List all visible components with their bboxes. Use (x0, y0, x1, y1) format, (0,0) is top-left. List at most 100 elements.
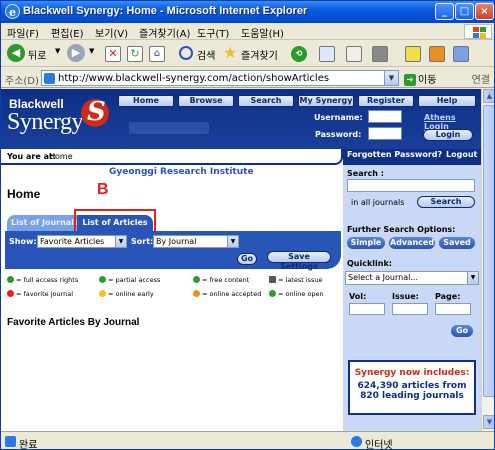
sort-select[interactable]: By Journal ▼ (153, 235, 239, 248)
journal-select-dropdown-icon: ▼ (467, 272, 478, 284)
forward-arrow-icon[interactable]: ▶ (67, 44, 85, 62)
online-accepted-icon (193, 290, 200, 297)
quicklink-go-button[interactable]: Go (451, 325, 473, 337)
address-label: 주소(D) (5, 76, 39, 87)
title-bar: e Blackwell Synergy: Home - Microsoft In… (1, 1, 494, 23)
forward-dropdown-icon[interactable]: ▼ (89, 47, 94, 67)
address-dropdown-icon[interactable]: ▼ (384, 71, 398, 85)
address-url[interactable]: http://www.blackwell-synergy.com/action/… (58, 73, 329, 84)
password-label: Password: (315, 130, 362, 139)
page-title: Home (7, 187, 41, 201)
favorites-label[interactable]: 즐겨찾기 (241, 47, 278, 67)
nav-my-synergy[interactable]: My Synergy (298, 95, 354, 107)
nav-help[interactable]: Help (418, 95, 476, 107)
favorites-heading: Favorite Articles By Journal (7, 317, 140, 328)
show-select-value: Favorite Articles (40, 237, 105, 246)
close-button[interactable]: × (475, 3, 494, 20)
journal-select[interactable]: Select a Journal... ▼ (345, 271, 479, 285)
menu-view[interactable]: 보기(V) (95, 25, 128, 40)
annotation-letter: B (97, 181, 109, 198)
vol-input[interactable] (349, 303, 385, 315)
redacted-bar (129, 122, 209, 134)
username-field[interactable] (368, 110, 402, 123)
page-label: Page: (435, 292, 461, 301)
back-dropdown-icon[interactable]: ▼ (55, 47, 60, 67)
tab-strip: List of Journals List of Articles (5, 213, 341, 231)
option-simple[interactable]: Simple (347, 237, 385, 249)
free-content-icon (193, 276, 200, 283)
show-dropdown-icon: ▼ (115, 236, 126, 247)
login-button[interactable]: Login (423, 129, 473, 141)
legend-item: = online open (269, 290, 324, 298)
logout-link[interactable]: Logout (446, 150, 477, 159)
refresh-icon[interactable]: ↻ (127, 46, 143, 62)
latest-issue-icon (269, 276, 276, 283)
issue-input[interactable] (392, 303, 428, 315)
nav-browse[interactable]: Browse (178, 95, 234, 107)
menu-edit[interactable]: 편집(E) (51, 25, 84, 40)
back-arrow-icon[interactable]: ◀ (7, 44, 25, 62)
nav-search[interactable]: Search (238, 95, 294, 107)
vertical-scrollbar[interactable]: ▲ ▼ (481, 89, 494, 431)
search-icon[interactable] (179, 46, 193, 60)
address-input[interactable]: http://www.blackwell-synergy.com/action/… (41, 70, 399, 86)
scroll-up-icon[interactable]: ▲ (483, 89, 494, 103)
menu-favorites[interactable]: 즐겨찾기(A) (139, 25, 190, 40)
page-input[interactable] (435, 303, 471, 315)
journal-select-value: Select a Journal... (348, 273, 418, 282)
discuss-icon[interactable] (453, 46, 469, 62)
back-label[interactable]: 뒤로 (28, 47, 46, 67)
minimize-button[interactable]: _ (435, 3, 454, 20)
sidebar-search-label: Search : (347, 169, 384, 178)
status-zone: 인터넷 (365, 440, 393, 450)
scroll-down-icon[interactable]: ▼ (483, 415, 494, 429)
sort-label: Sort: (131, 237, 154, 246)
menu-tools[interactable]: 도구(T) (197, 25, 229, 40)
save-settings-button[interactable]: Save Settings (267, 251, 331, 271)
messenger-icon[interactable] (405, 46, 421, 62)
username-label: Username: (314, 113, 363, 122)
sidebar-search-input[interactable] (347, 179, 475, 192)
stop-icon[interactable]: ✕ (105, 46, 121, 62)
status-bar: 완료 인터넷 (1, 431, 494, 450)
promo-line-1: 624,390 articles from (357, 381, 467, 391)
window-title: Blackwell Synergy: Home - Microsoft Inte… (23, 5, 308, 17)
ie-logo-icon: e (5, 4, 20, 19)
go-label: 이동 (418, 75, 437, 86)
sidebar-search-button[interactable]: Search (417, 196, 475, 208)
option-advanced[interactable]: Advanced (389, 237, 435, 249)
tab-list-of-journals[interactable]: List of Journals (7, 215, 79, 231)
sort-select-value: By Journal (156, 237, 197, 246)
address-bar: 주소(D) http://www.blackwell-synergy.com/a… (1, 68, 494, 88)
favorites-star-icon[interactable]: ★ (223, 43, 237, 63)
legend-item: = online early (99, 290, 154, 298)
forgotten-password-link[interactable]: Forgotten Password? (347, 150, 442, 159)
legend-item: = full access rights (7, 276, 78, 284)
favorite-journal-icon (7, 290, 14, 297)
institution-name: Gyeonggi Research Institute (109, 167, 254, 177)
password-field[interactable] (368, 127, 402, 140)
online-early-icon (99, 290, 106, 297)
mail-icon[interactable] (319, 46, 335, 62)
history-icon[interactable]: ⟲ (291, 46, 307, 62)
home-icon[interactable]: ⌂ (149, 46, 165, 62)
menu-help[interactable]: 도움말(H) (241, 25, 284, 40)
filter-go-button[interactable]: Go (237, 253, 257, 265)
research-icon[interactable] (429, 46, 445, 62)
print-icon[interactable] (346, 46, 362, 62)
show-select[interactable]: Favorite Articles ▼ (37, 235, 127, 248)
internet-zone-icon (351, 436, 362, 447)
edit-icon[interactable] (372, 46, 388, 62)
scroll-thumb[interactable] (483, 105, 494, 397)
nav-home[interactable]: Home (118, 95, 174, 107)
option-saved[interactable]: Saved (439, 237, 475, 249)
menu-file[interactable]: 파일(F) (7, 25, 39, 40)
go-arrow-icon: ➔ (404, 74, 416, 86)
logo-synergy[interactable]: Synergy (7, 109, 84, 136)
search-label[interactable]: 검색 (197, 47, 215, 67)
go-button[interactable]: ➔ 이동 (404, 71, 436, 86)
links-label[interactable]: 연결 (472, 71, 490, 86)
maximize-button[interactable]: □ (455, 3, 474, 20)
page-done-icon (5, 436, 16, 447)
nav-register[interactable]: Register (358, 95, 414, 107)
